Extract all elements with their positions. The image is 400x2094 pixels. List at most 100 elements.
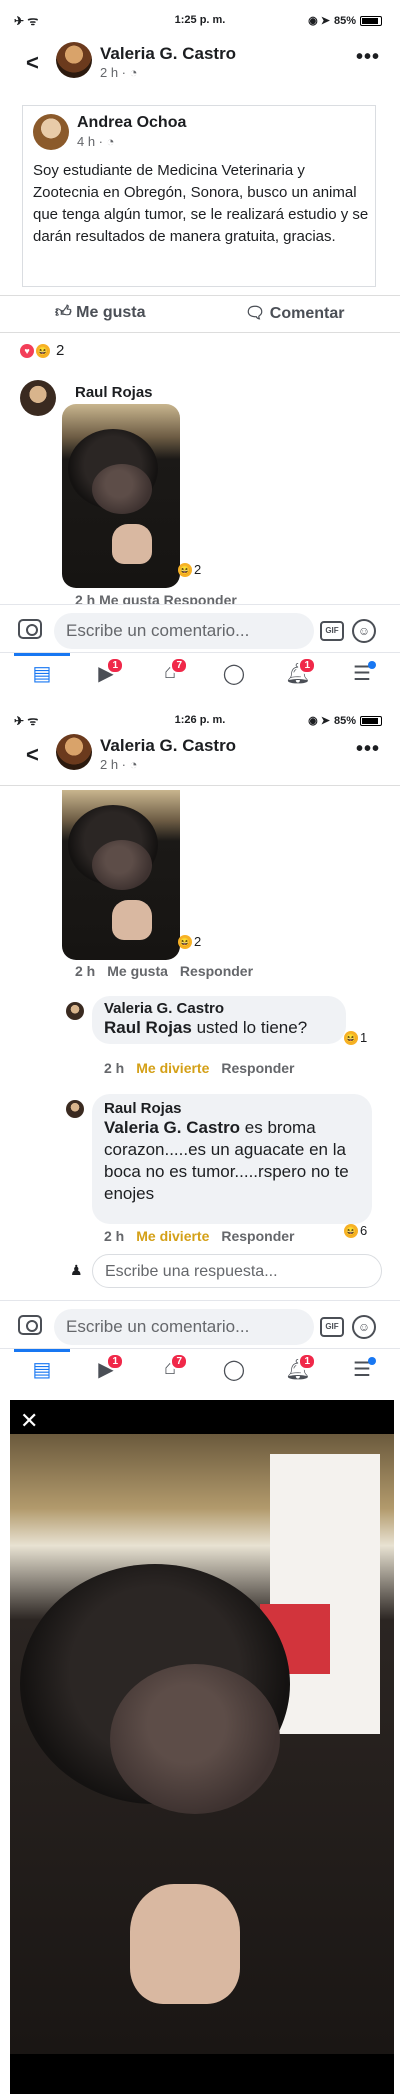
mention[interactable]: Valeria G. Castro [104, 1118, 240, 1137]
badge: 1 [298, 657, 316, 674]
avatar[interactable] [66, 1002, 84, 1020]
reactions-count: 2 [56, 342, 65, 359]
tab-video[interactable]: ▶ 1 [86, 1353, 126, 1391]
reply-reaction[interactable]: 😆 6 [344, 1223, 367, 1238]
reply-input[interactable]: Escribe una respuesta... [92, 1254, 382, 1288]
reply-author[interactable]: Raul Rojas [104, 1100, 360, 1117]
comment-meta: 2 h Me gusta Responder [75, 592, 237, 604]
photo-viewer: ✕ [10, 1400, 394, 2094]
gif-icon[interactable]: GIF [320, 621, 344, 641]
more-icon[interactable]: ••• [356, 738, 380, 761]
comment-composer: Escribe un comentario... GIF ☺ [0, 604, 400, 656]
gif-icon[interactable]: GIF [320, 1317, 344, 1337]
battery-icon [360, 15, 382, 26]
avatar[interactable] [66, 1100, 84, 1118]
shared-avatar[interactable] [33, 114, 69, 150]
haha-icon: 😆 [178, 934, 192, 949]
back-icon[interactable]: < [26, 50, 39, 76]
back-icon[interactable]: < [26, 742, 39, 768]
page-title[interactable]: Valeria G. Castro [100, 44, 236, 64]
post-time: 2 h · ◔ [100, 65, 138, 80]
post-header-1: < Valeria G. Castro 2 h · ◔ ••• [0, 38, 400, 88]
divider [0, 785, 400, 786]
haha-icon: 😆 [344, 1030, 358, 1045]
shared-post[interactable]: Andrea Ochoa 4 h · ◔ Soy estudiante de M… [22, 105, 376, 287]
page-title[interactable]: Valeria G. Castro [100, 736, 236, 756]
reactions-summary[interactable]: ♥ 😆 2 [20, 342, 64, 359]
like-button[interactable]: 👍︎ Me gusta [55, 303, 146, 322]
active-tab-indicator [14, 653, 70, 656]
reply-link[interactable]: Responder [180, 963, 253, 979]
avatar[interactable] [56, 42, 92, 78]
tab-marketplace[interactable]: ⌂ 7 [150, 1353, 190, 1391]
shared-author[interactable]: Andrea Ochoa [77, 114, 186, 132]
shared-body: Soy estudiante de Medicina Veterinaria y… [33, 162, 369, 245]
tab-bar: ▤ ▶ 1 ⌂ 7 ◯ 🔔︎ 1 ☰ [0, 1348, 400, 1398]
comment-time: 2 h [75, 963, 96, 979]
comment-input[interactable]: Escribe un comentario... [54, 613, 314, 649]
tab-profile[interactable]: ◯ [214, 1357, 254, 1391]
comment-icon: 🗨︎ [245, 305, 270, 322]
dog-mouth [110, 1664, 280, 1814]
haha-icon: 😆 [344, 1223, 358, 1238]
camera-icon[interactable] [18, 1315, 42, 1335]
emoji-icon[interactable]: ☺ [352, 1315, 376, 1339]
tab-feed[interactable]: ▤ [14, 1349, 70, 1391]
reply-text: Raul Rojas usted lo tiene? [104, 1018, 308, 1037]
user-icon: ♟ [70, 1262, 83, 1278]
reply-reaction[interactable]: 😆 1 [344, 1030, 367, 1045]
hand [112, 524, 152, 564]
battery-text: 85% [333, 714, 356, 727]
close-icon[interactable]: ✕ [20, 1408, 38, 1434]
hand [130, 1884, 240, 2004]
tab-feed[interactable]: ▤ [14, 653, 70, 695]
comment-photo[interactable] [62, 790, 180, 960]
status-bar-1: ✈ ᯤ 1:25 p. m. ◉ ➤ 85% [0, 0, 400, 40]
reply-bubble-2[interactable]: Raul Rojas Valeria G. Castro es broma co… [92, 1094, 372, 1224]
post-time: 2 h · ◔ [100, 757, 138, 772]
post-actions: 👍︎ Me gusta 🗨︎ Comentar [0, 295, 400, 331]
avatar[interactable] [20, 380, 56, 416]
avatar[interactable] [56, 734, 92, 770]
hand [112, 900, 152, 940]
like-link[interactable]: Me gusta [107, 963, 168, 979]
reply-link[interactable]: Responder [221, 1060, 294, 1076]
tab-bar: ▤ ▶ 1 ⌂ 7 ◯ 🔔︎ 1 ☰ [0, 652, 400, 702]
dog-mouth [92, 464, 152, 514]
comment-reaction[interactable]: 😆 2 [178, 934, 201, 949]
camera-icon[interactable] [18, 619, 42, 639]
dog-photo[interactable] [10, 1434, 394, 2054]
reply-bubble-1[interactable]: Valeria G. Castro Raul Rojas usted lo ti… [92, 996, 346, 1044]
reply-time: 2 h [104, 1228, 125, 1244]
comment-reaction[interactable]: 😆 2 [178, 562, 201, 577]
emoji-icon[interactable]: ☺ [352, 619, 376, 643]
tab-menu[interactable]: ☰ [342, 1357, 382, 1391]
comment-author[interactable]: Raul Rojas [75, 384, 153, 401]
tab-notifications[interactable]: 🔔︎ 1 [278, 657, 318, 695]
comment-button[interactable]: 🗨︎ Comentar [245, 303, 344, 323]
reply-author[interactable]: Valeria G. Castro [104, 1000, 334, 1017]
tab-video[interactable]: ▶ 1 [86, 657, 126, 695]
battery-text: 85% [333, 14, 356, 27]
haha-link[interactable]: Me divierte [136, 1060, 209, 1076]
dot [368, 661, 376, 669]
comment-meta: 2 h Me gusta Responder [75, 963, 265, 979]
reply-link[interactable]: Responder [221, 1228, 294, 1244]
profile-icon: ◯ [222, 663, 246, 685]
profile-icon: ◯ [222, 1359, 246, 1381]
badge: 7 [170, 657, 188, 674]
comment-input[interactable]: Escribe un comentario... [54, 1309, 314, 1345]
haha-link[interactable]: Me divierte [136, 1228, 209, 1244]
mention[interactable]: Raul Rojas [104, 1018, 192, 1037]
tab-marketplace[interactable]: ⌂ 7 [150, 657, 190, 695]
tab-menu[interactable]: ☰ [342, 661, 382, 695]
post-header-2: < Valeria G. Castro 2 h · ◔ ••• [0, 730, 400, 780]
more-icon[interactable]: ••• [356, 46, 380, 69]
tab-notifications[interactable]: 🔔︎ 1 [278, 1353, 318, 1391]
haha-icon: 😆 [178, 562, 192, 577]
tab-profile[interactable]: ◯ [214, 661, 254, 695]
comment-photo[interactable] [62, 404, 180, 588]
battery-icon [360, 715, 382, 726]
dog-mouth [92, 840, 152, 890]
love-icon: ♥ [20, 343, 34, 358]
